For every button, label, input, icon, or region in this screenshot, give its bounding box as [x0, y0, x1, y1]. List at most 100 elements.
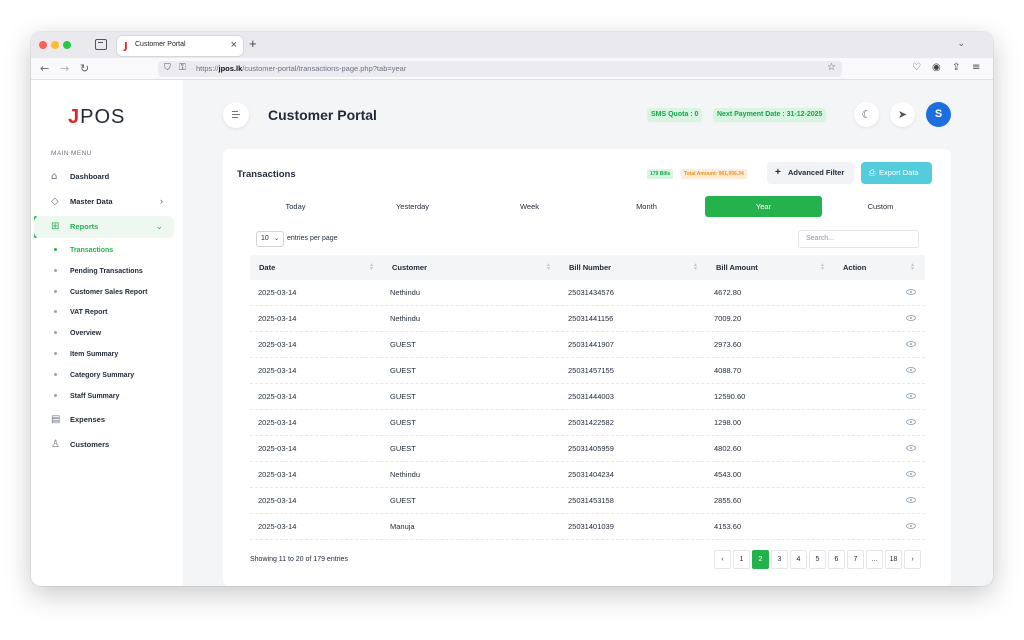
jpos-logo[interactable]: JPOS	[68, 106, 125, 129]
pagination-page-1[interactable]: 1	[733, 550, 750, 569]
sidebar-subitem-item-summary[interactable]: Item Summary	[31, 347, 183, 363]
cell-bill-amount: 4088.70	[714, 366, 742, 375]
cell-bill-amount: 1298.00	[714, 418, 742, 427]
tab-custom[interactable]: Custom	[822, 196, 939, 217]
tab-year[interactable]: Year	[705, 196, 822, 217]
pagination-page-4[interactable]: 4	[790, 550, 807, 569]
tab-yesterday[interactable]: Yesterday	[354, 196, 471, 217]
cell-bill-amount: 4672.80	[714, 288, 742, 297]
pagination-page-7[interactable]: 7	[847, 550, 864, 569]
cell-customer: GUEST	[390, 366, 416, 375]
pocket-icon[interactable]: ♡	[912, 62, 921, 73]
sidebar-subitem-customer-sales-report[interactable]: Customer Sales Report	[31, 285, 183, 301]
pagination-page-2[interactable]: 2	[752, 550, 769, 569]
column-header-action: Action	[843, 263, 867, 272]
view-eye-icon[interactable]	[906, 471, 916, 477]
sort-icon[interactable]: ▲ ▼	[369, 263, 374, 272]
pagination-page-5[interactable]: 5	[809, 550, 826, 569]
sidebar-subitem-label: Staff Summary	[70, 393, 120, 400]
tab-list-chevron-icon[interactable]: ⌄	[957, 38, 965, 49]
reload-icon[interactable]: ↻	[80, 62, 89, 75]
lock-icon[interactable]: ⚿	[179, 63, 186, 73]
sidebar-subitem-overview[interactable]: Overview	[31, 326, 183, 342]
sort-icon[interactable]: ▲ ▼	[693, 263, 698, 272]
close-tab-icon[interactable]: ×	[231, 39, 237, 51]
view-eye-icon[interactable]	[906, 497, 916, 503]
sort-icon[interactable]: ▲ ▼	[820, 263, 825, 272]
sort-icon[interactable]: ▲ ▼	[910, 263, 915, 272]
close-window-button[interactable]	[39, 41, 47, 49]
tracking-shield-icon[interactable]: ⛉	[164, 63, 171, 73]
chevron-down-icon: ⌄	[273, 236, 279, 242]
sidebar-item-dashboard[interactable]: ⌂ Dashboard	[31, 166, 183, 188]
paper-plane-icon[interactable]: ➤	[890, 102, 915, 127]
view-eye-icon[interactable]	[906, 341, 916, 347]
url-text[interactable]: https://jpos.lk/customer-portal/transact…	[196, 64, 406, 73]
tab-week[interactable]: Week	[471, 196, 588, 217]
export-data-button[interactable]: ⎙ Export Data	[861, 162, 932, 184]
sidebar-subitem-staff-summary[interactable]: Staff Summary	[31, 389, 183, 405]
sidebar-item-label: Customers	[70, 440, 110, 449]
sidebar-item-label: Dashboard	[70, 172, 110, 181]
cell-bill-number: 25031434576	[568, 288, 614, 297]
bookmark-star-icon[interactable]: ☆	[827, 62, 836, 73]
entries-per-page-label: entries per page	[287, 235, 338, 242]
table-row: 2025-03-14 GUEST 25031422582 1298.00	[250, 410, 925, 436]
column-header-bill-number[interactable]: Bill Number	[569, 255, 611, 280]
address-bar[interactable]: ⛉ ⚿ https://jpos.lk/customer-portal/tran…	[158, 61, 842, 77]
cell-date: 2025-03-14	[258, 470, 297, 479]
tab-month[interactable]: Month	[588, 196, 705, 217]
tab-today[interactable]: Today	[237, 196, 354, 217]
view-eye-icon[interactable]	[906, 367, 916, 373]
user-avatar[interactable]: S	[926, 102, 951, 127]
advanced-filter-button[interactable]: + Advanced Filter	[767, 162, 854, 184]
tab-title: Customer Portal	[135, 41, 186, 48]
back-arrow-icon[interactable]: ←	[40, 62, 49, 75]
column-header-customer[interactable]: Customer	[392, 255, 427, 280]
sidebar-subitem-vat-report[interactable]: VAT Report	[31, 305, 183, 321]
view-eye-icon[interactable]	[906, 315, 916, 321]
column-header-bill-amount[interactable]: Bill Amount	[716, 255, 758, 280]
minimize-window-button[interactable]	[51, 41, 59, 49]
view-eye-icon[interactable]	[906, 289, 916, 295]
bullet-icon	[54, 373, 57, 376]
entries-per-page-select[interactable]: 10 ⌄	[256, 231, 284, 247]
receipt-icon: ▤	[51, 414, 61, 425]
maximize-window-button[interactable]	[63, 41, 71, 49]
view-eye-icon[interactable]	[906, 393, 916, 399]
view-eye-icon[interactable]	[906, 445, 916, 451]
sidebar-subitem-label: Customer Sales Report	[70, 289, 148, 296]
view-eye-icon[interactable]	[906, 419, 916, 425]
dark-mode-moon-icon[interactable]: ☾	[854, 102, 879, 127]
pagination-previous[interactable]: ‹	[714, 550, 731, 569]
sidebar-subitem-transactions[interactable]: Transactions	[31, 243, 183, 259]
sidebar-subitem-pending-transactions[interactable]: Pending Transactions	[31, 264, 183, 280]
browser-tab[interactable]: J Customer Portal ×	[117, 36, 243, 56]
view-eye-icon[interactable]	[906, 523, 916, 529]
sidebar-item-customers[interactable]: ♙ Customers	[31, 434, 183, 456]
sidebar-item-label: Reports	[70, 222, 99, 231]
new-tab-icon[interactable]: +	[249, 36, 257, 51]
sidebar-toggle-button[interactable]	[223, 102, 249, 128]
tab-history-icon[interactable]	[95, 39, 107, 50]
pagination-page-3[interactable]: 3	[771, 550, 788, 569]
sidebar-item-expenses[interactable]: ▤ Expenses	[31, 409, 183, 431]
search-input[interactable]: Search...	[798, 230, 919, 248]
sidebar-item-label: Expenses	[70, 415, 106, 424]
bullet-icon	[54, 352, 57, 355]
pagination-page-6[interactable]: 6	[828, 550, 845, 569]
sidebar-item-reports[interactable]: ⊞ Reports ⌄	[34, 216, 174, 238]
chevron-right-icon: ›	[160, 196, 163, 206]
hamburger-menu-icon[interactable]: ≡	[972, 62, 980, 73]
extensions-icon[interactable]: ⇪	[952, 62, 960, 73]
forward-arrow-icon[interactable]: →	[60, 62, 69, 75]
sidebar-subitem-category-summary[interactable]: Category Summary	[31, 368, 183, 384]
sidebar: JPOS MAIN MENU ⌂ Dashboard ◇ Master Data…	[31, 80, 183, 586]
pagination-page-18[interactable]: 18	[885, 550, 902, 569]
cell-customer: Nethindu	[390, 470, 421, 479]
sidebar-item-master-data[interactable]: ◇ Master Data ›	[31, 191, 183, 213]
column-header-date[interactable]: Date	[259, 255, 275, 280]
pagination-next[interactable]: ›	[904, 550, 921, 569]
account-icon[interactable]: ◉	[932, 62, 941, 73]
sort-icon[interactable]: ▲ ▼	[546, 263, 551, 272]
